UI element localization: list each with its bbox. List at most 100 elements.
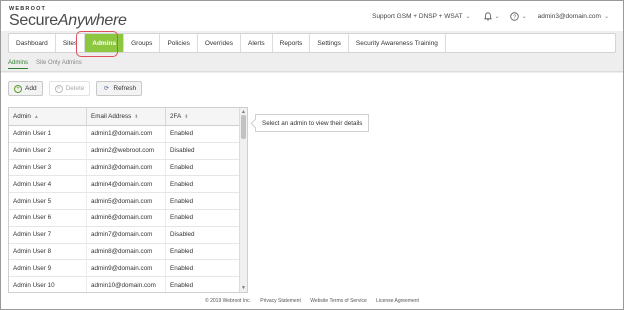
table-row[interactable]: Admin User 3 admin3@domain.com Enabled <box>9 159 247 177</box>
logo-product-part-2: Anywhere <box>57 12 127 29</box>
column-header-email[interactable]: Email Address ⬍ <box>87 108 166 125</box>
table-row[interactable]: Admin User 5 admin5@domain.com Enabled <box>9 193 247 210</box>
cell-2fa: Enabled <box>166 193 240 209</box>
notifications-button[interactable]: ⌄ <box>483 12 500 21</box>
license-agreement-link[interactable]: License Agreement <box>376 298 419 304</box>
add-button[interactable]: + Add <box>8 81 43 96</box>
cell-2fa: Disabled <box>166 142 240 159</box>
cell-email: admin7@domain.com <box>87 226 166 243</box>
cell-email: admin2@webroot.com <box>87 142 166 159</box>
table-row[interactable]: Admin User 7 admin7@domain.com Disabled <box>9 226 247 244</box>
tab-admins[interactable]: Admins <box>85 34 125 52</box>
refresh-label: Refresh <box>113 85 137 92</box>
tab-settings[interactable]: Settings <box>310 34 349 52</box>
delete-label: Delete <box>65 85 85 92</box>
cell-2fa: Enabled <box>166 277 240 292</box>
sort-icon: ⬍ <box>134 113 139 120</box>
user-menu[interactable]: admin3@domain.com ⌄ <box>538 13 609 20</box>
subtab-divider <box>1 71 623 72</box>
table-row[interactable]: Admin User 8 admin8@domain.com Enabled <box>9 243 247 261</box>
column-header-label: Email Address <box>91 113 132 120</box>
column-header-label: Admin <box>13 113 31 120</box>
subtab-site-only-admins[interactable]: Site Only Admins <box>36 60 82 69</box>
table-scrollbar[interactable]: ▲ ▼ <box>239 108 247 292</box>
cell-admin: Admin User 9 <box>9 260 87 277</box>
chevron-down-icon: ⌄ <box>465 14 471 20</box>
privacy-statement-link[interactable]: Privacy Statement <box>260 298 301 304</box>
chevron-down-icon: ⌄ <box>494 14 500 20</box>
cell-admin: Admin User 6 <box>9 209 87 226</box>
terms-of-service-link[interactable]: Website Terms of Service <box>310 298 367 304</box>
cell-2fa: Enabled <box>166 209 240 226</box>
column-header-2fa[interactable]: 2FA ⬍ <box>166 108 240 125</box>
delete-button[interactable]: × Delete <box>48 81 91 96</box>
table-row[interactable]: Admin User 4 admin4@domain.com Enabled <box>9 176 247 194</box>
sort-asc-icon: ▲ <box>33 113 39 120</box>
cell-admin: Admin User 5 <box>9 193 87 209</box>
tab-policies[interactable]: Policies <box>160 34 198 52</box>
tab-groups[interactable]: Groups <box>124 34 161 52</box>
column-header-admin[interactable]: Admin ▲ <box>9 108 87 125</box>
chevron-down-icon: ⌄ <box>603 14 609 20</box>
scroll-down-icon[interactable]: ▼ <box>241 285 246 291</box>
cell-email: admin9@domain.com <box>87 260 166 277</box>
cell-admin: Admin User 2 <box>9 142 87 159</box>
cell-admin: Admin User 7 <box>9 226 87 243</box>
cell-2fa: Enabled <box>166 126 240 142</box>
tab-overrides[interactable]: Overrides <box>198 34 242 52</box>
table-row[interactable]: Admin User 6 admin6@domain.com Enabled <box>9 209 247 227</box>
cell-admin: Admin User 4 <box>9 176 87 193</box>
refresh-button[interactable]: ⟳ Refresh <box>96 81 143 96</box>
subtab-admins[interactable]: Admins <box>8 60 29 69</box>
user-email: admin3@domain.com <box>537 13 601 20</box>
cell-admin: Admin User 1 <box>9 126 87 142</box>
details-placeholder: Select an admin to view their details <box>262 119 363 127</box>
header-controls: Support GSM + DNSP + WSAT ⌄ ⌄ ? ⌄ admin3… <box>372 12 609 21</box>
admins-table: Admin ▲ Email Address ⬍ 2FA ⬍ Admin User 1a… <box>8 107 248 293</box>
close-icon: × <box>54 84 63 93</box>
tab-dashboard[interactable]: Dashboard <box>9 34 56 52</box>
cell-2fa: Enabled <box>166 243 240 260</box>
cell-email: admin5@domain.com <box>87 193 166 209</box>
table-row[interactable]: Admin User 10 admin10@domain.com Enabled <box>9 277 247 292</box>
logo-product: SecureAnywhere <box>9 12 127 29</box>
help-button[interactable]: ? ⌄ <box>509 12 527 21</box>
cell-admin: Admin User 3 <box>9 159 87 176</box>
bell-icon <box>483 12 492 21</box>
subtab-bar: Admins Site Only Admins <box>8 60 90 69</box>
site-selector[interactable]: Support GSM + DNSP + WSAT ⌄ <box>372 13 470 20</box>
cell-email: admin10@domain.com <box>87 277 166 292</box>
details-panel: Select an admin to view their details <box>255 114 370 132</box>
cell-admin: Admin User 10 <box>9 277 87 292</box>
app-header: WEBROOT SecureAnywhere Support GSM + DNS… <box>1 1 623 31</box>
nav-area: Dashboard Sites Admins Groups Policies O… <box>1 31 623 73</box>
column-header-label: 2FA <box>170 113 182 120</box>
tab-alerts[interactable]: Alerts <box>241 34 273 52</box>
cell-email: admin8@domain.com <box>87 243 166 260</box>
chevron-down-icon: ⌄ <box>521 14 527 20</box>
table-row[interactable]: Admin User 2 admin2@webroot.com Disabled <box>9 142 247 160</box>
table-row[interactable]: Admin User 1 admin1@domain.com Enabled <box>9 126 247 143</box>
add-label: Add <box>25 85 37 92</box>
cell-2fa: Enabled <box>166 159 240 176</box>
webroot-logo[interactable]: WEBROOT SecureAnywhere <box>9 6 127 29</box>
site-selector-label: Support GSM + DNSP + WSAT <box>372 13 463 20</box>
tab-sites[interactable]: Sites <box>56 34 86 52</box>
table-row[interactable]: Admin User 9 admin9@domain.com Enabled <box>9 260 247 278</box>
cell-admin: Admin User 8 <box>9 243 87 260</box>
help-icon: ? <box>509 12 519 21</box>
cell-2fa: Enabled <box>166 260 240 277</box>
main-nav: Dashboard Sites Admins Groups Policies O… <box>8 33 616 53</box>
tab-security-awareness-training[interactable]: Security Awareness Training <box>349 34 446 52</box>
logo-product-part-1: Secure <box>9 12 58 29</box>
plus-icon: + <box>14 84 22 93</box>
tab-reports[interactable]: Reports <box>273 34 311 52</box>
page-footer: © 2019 Webroot Inc. Privacy Statement We… <box>1 298 623 304</box>
sort-icon: ⬍ <box>184 113 189 120</box>
cell-email: admin6@domain.com <box>87 209 166 226</box>
footer-copyright: © 2019 Webroot Inc. <box>205 298 251 304</box>
cell-email: admin4@domain.com <box>87 176 166 193</box>
svg-text:?: ? <box>513 14 516 20</box>
cell-2fa: Disabled <box>166 226 240 243</box>
scrollbar-thumb[interactable] <box>241 115 246 139</box>
